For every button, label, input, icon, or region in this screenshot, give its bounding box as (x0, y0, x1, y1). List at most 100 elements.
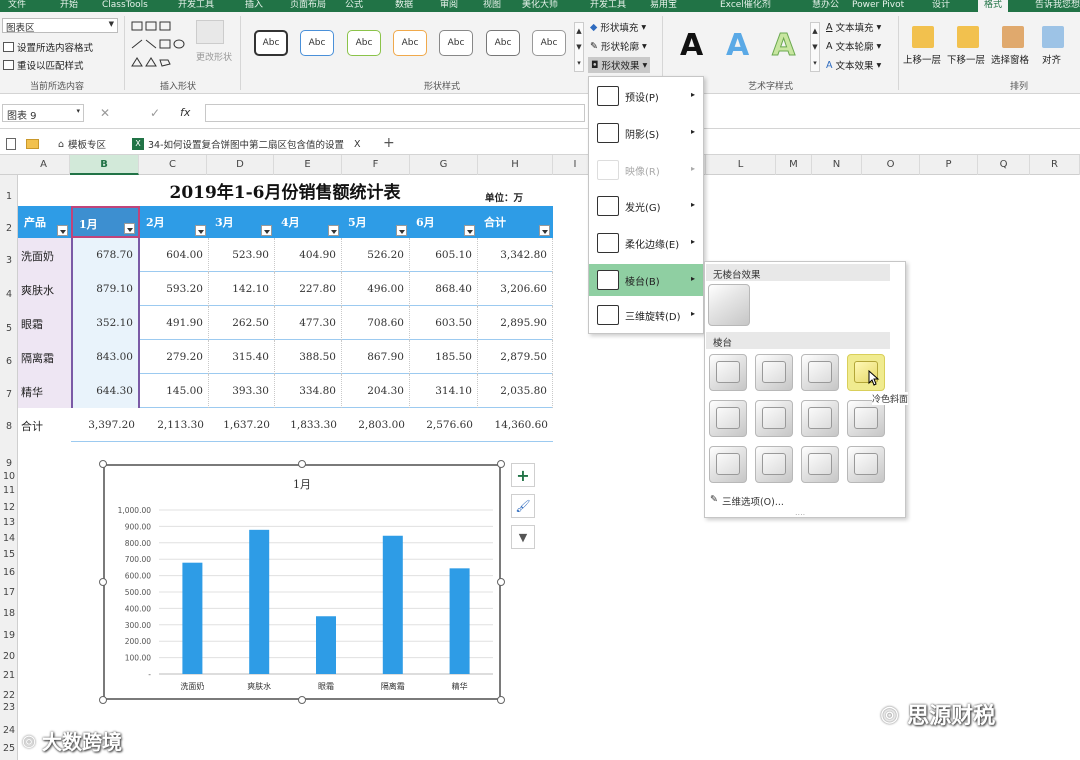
table-header-cell[interactable]: 4月 (275, 206, 342, 238)
resize-handle[interactable] (99, 696, 107, 704)
tab-file[interactable]: X 34-如何设置复合饼图中第二扇区包含值的设置 X (132, 137, 361, 151)
row-header[interactable]: 15 (0, 549, 18, 560)
column-header[interactable]: M (776, 155, 812, 175)
bevel-option[interactable] (755, 354, 793, 391)
value-cell[interactable]: 843.00 (71, 340, 140, 374)
bar[interactable] (316, 616, 336, 674)
filter-dropdown-icon[interactable] (396, 225, 407, 236)
product-cell[interactable]: 精华 (18, 374, 71, 408)
unit-label[interactable]: 单位：万 (485, 190, 523, 204)
value-cell[interactable]: 2,879.50 (478, 340, 553, 374)
row-header[interactable]: 4 (0, 289, 18, 300)
send-backward-icon[interactable] (957, 26, 979, 48)
value-cell[interactable]: 603.50 (410, 306, 478, 340)
row-header[interactable]: 1 (0, 191, 18, 202)
resize-handle[interactable] (497, 578, 505, 586)
bevel-option[interactable] (801, 446, 839, 483)
text-fill-button[interactable]: A 文本填充 ▾ (826, 20, 881, 35)
bevel-option[interactable] (755, 400, 793, 437)
column-header[interactable]: P (920, 155, 978, 175)
value-cell[interactable]: 604.00 (140, 238, 209, 272)
row-header[interactable]: 19 (0, 630, 18, 641)
text-outline-button[interactable]: A 文本轮廓 ▾ (826, 39, 881, 54)
value-cell[interactable]: 334.80 (275, 374, 342, 408)
chart-element-selector[interactable]: 图表区 ▼ (2, 18, 118, 34)
resize-handle[interactable] (298, 696, 306, 704)
value-cell[interactable]: 491.90 (140, 306, 209, 340)
filter-dropdown-icon[interactable] (195, 225, 206, 236)
row-header[interactable]: 9 (0, 458, 18, 469)
total-value-cell[interactable]: 1,833.30 (275, 408, 342, 442)
filter-dropdown-icon[interactable] (539, 225, 550, 236)
value-cell[interactable]: 3,342.80 (478, 238, 553, 272)
value-cell[interactable]: 145.00 (140, 374, 209, 408)
column-header[interactable]: C (139, 155, 207, 175)
ribbon-tab[interactable]: 开发工具 (590, 0, 626, 12)
value-cell[interactable]: 867.90 (342, 340, 410, 374)
chart-area[interactable]: 1月 - 100.00 200.00 300.00 400.00 500.00 600.00 7… (103, 464, 501, 700)
chart-elements-plus-icon[interactable]: + (511, 463, 535, 487)
align-icon[interactable] (1042, 26, 1064, 48)
row-header[interactable]: 13 (0, 517, 18, 528)
total-value-cell[interactable]: 14,360.60 (478, 408, 553, 442)
ribbon-tab[interactable]: 美化大师 (522, 0, 558, 12)
bar[interactable] (249, 529, 270, 674)
column-header[interactable]: E (274, 155, 342, 175)
value-cell[interactable]: 352.10 (71, 306, 140, 340)
row-header[interactable]: 21 (0, 670, 18, 681)
shapes-gallery[interactable] (130, 18, 192, 74)
total-label-cell[interactable]: 合计 (18, 408, 71, 442)
row-header[interactable]: 6 (0, 356, 18, 367)
value-cell[interactable]: 2,895.90 (478, 306, 553, 340)
total-value-cell[interactable]: 2,803.00 (342, 408, 410, 442)
filter-dropdown-icon[interactable] (57, 225, 68, 236)
add-tab-icon[interactable]: + (383, 135, 395, 151)
value-cell[interactable]: 262.50 (209, 306, 275, 340)
ribbon-tab[interactable]: 页面布局 (290, 0, 326, 12)
shape-style-swatch[interactable]: Abc (439, 30, 473, 56)
column-header[interactable]: N (812, 155, 862, 175)
row-header[interactable]: 18 (0, 608, 18, 619)
ribbon-tab[interactable]: 数据 (395, 0, 413, 12)
row-header[interactable]: 7 (0, 389, 18, 400)
ribbon-tab[interactable]: 视图 (483, 0, 501, 12)
bar[interactable] (182, 562, 203, 674)
total-value-cell[interactable]: 3,397.20 (71, 408, 140, 442)
value-cell[interactable]: 227.80 (275, 272, 342, 306)
value-cell[interactable]: 644.30 (71, 374, 140, 408)
no-bevel-option[interactable] (708, 284, 750, 326)
confirm-icon[interactable]: ✓ (150, 106, 160, 120)
sheet-title[interactable]: 2019年1-6月份销售额统计表 (120, 178, 450, 203)
bevel-option[interactable] (709, 446, 747, 483)
bevel-option[interactable] (755, 446, 793, 483)
column-header[interactable]: O (862, 155, 920, 175)
filter-dropdown-icon[interactable] (124, 223, 135, 234)
name-box[interactable]: 图表 9 ▾ (2, 104, 84, 122)
ribbon-tab[interactable]: 设计 (932, 0, 950, 12)
bring-forward-label[interactable]: 上移一层 (903, 52, 941, 66)
reset-style-button[interactable]: 重设以匹配样式 (3, 58, 84, 72)
value-cell[interactable]: 868.40 (410, 272, 478, 306)
row-header[interactable]: 24 (0, 725, 18, 736)
selection-pane-label[interactable]: 选择窗格 (991, 52, 1029, 66)
ribbon-tab[interactable]: 文件 (8, 0, 26, 12)
effects-menu-item[interactable]: 柔化边缘(E) ▸ (589, 227, 703, 259)
bevel-option[interactable] (801, 354, 839, 391)
row-header[interactable]: 5 (0, 323, 18, 334)
product-cell[interactable]: 眼霜 (18, 306, 71, 340)
row-header[interactable]: 25 (0, 743, 18, 754)
shape-fill-button[interactable]: ◆ 形状填充 ▾ (590, 20, 646, 35)
value-cell[interactable]: 708.60 (342, 306, 410, 340)
value-cell[interactable]: 204.30 (342, 374, 410, 408)
ribbon-tab[interactable]: 审阅 (440, 0, 458, 12)
value-cell[interactable]: 605.10 (410, 238, 478, 272)
effects-menu-item[interactable]: 三维旋转(D) ▸ (589, 299, 703, 331)
ribbon-tab[interactable]: 开始 (60, 0, 78, 12)
table-header-cell[interactable]: 5月 (342, 206, 410, 238)
value-cell[interactable]: 388.50 (275, 340, 342, 374)
align-label[interactable]: 对齐 (1042, 52, 1061, 66)
table-header-cell[interactable]: 3月 (209, 206, 275, 238)
row-header[interactable]: 14 (0, 533, 18, 544)
format-selection-button[interactable]: 设置所选内容格式 (3, 40, 93, 54)
insert-function-button[interactable]: fx (180, 106, 190, 119)
